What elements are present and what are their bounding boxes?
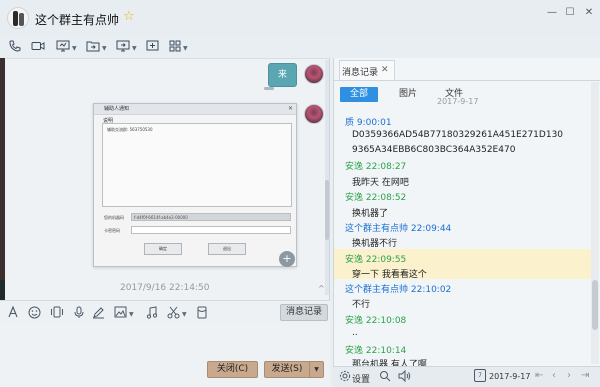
last-page-icon[interactable]: ⇥ [581, 370, 589, 381]
message-sender: 安逸 22:09:55 [345, 255, 407, 265]
message-sender: 安逸 22:10:08 [345, 316, 407, 326]
message-text: 换机器了 [352, 209, 389, 219]
image-icon[interactable] [114, 306, 127, 319]
date-selector[interactable]: 2017-9-17 [489, 372, 530, 381]
chevron-down-icon[interactable]: ▼ [102, 45, 107, 52]
zoom-icon[interactable]: + [279, 251, 295, 267]
add-icon[interactable] [145, 40, 159, 54]
send-button[interactable]: 发送(S) [264, 361, 310, 378]
screenshot-image[interactable]: 辅助人通知 ✕ 说明 辅助交流群: 563750530 您的机器码 f-d4f0… [93, 103, 297, 267]
dialog-cancel-button: 退出 [208, 243, 246, 255]
screenshot-icon[interactable] [167, 306, 180, 319]
screen-share-icon[interactable] [56, 40, 70, 54]
avatar[interactable] [304, 64, 324, 84]
chevron-down-icon[interactable]: ▼ [132, 45, 137, 52]
chevron-down-icon[interactable]: ▼ [182, 311, 187, 318]
message-scroll-thumb[interactable] [325, 180, 329, 240]
message-timestamp: 2017/9/16 22:14:50 [120, 283, 210, 293]
message-sender: 质 9:00:01 [345, 118, 392, 128]
dialog-field-label: 您的机器码 [104, 215, 124, 220]
dialog-panel: 辅助交流群: 563750530 [102, 123, 292, 207]
maximize-button[interactable]: ☐ [563, 6, 577, 20]
red-packet-icon[interactable] [195, 306, 208, 319]
close-chat-button[interactable]: 关闭(C) [207, 361, 258, 378]
send-options-button[interactable]: ▼ [310, 361, 324, 378]
chevron-down-icon[interactable]: ▼ [72, 45, 77, 52]
message-sender: 这个群主有点帅 22:09:44 [345, 224, 452, 234]
message-text: 换机器不行 [352, 239, 398, 249]
message-text: 9365A34EBB6C803BC364A352E470 [352, 145, 516, 155]
chat-title[interactable]: 这个群主有点帅 [35, 11, 119, 28]
message-text: 不行 [352, 300, 371, 310]
message-sender: 安逸 22:08:27 [345, 162, 407, 172]
phone-icon[interactable] [8, 40, 22, 54]
shake-icon[interactable] [50, 306, 63, 319]
settings-icon[interactable] [338, 370, 351, 383]
message-sender: 这个群主有点帅 22:10:02 [345, 285, 452, 295]
avatar-figure [13, 11, 18, 26]
calendar-icon[interactable]: 7 [474, 369, 486, 382]
avatar[interactable] [304, 104, 324, 124]
message-text: D0359366AD54B77180329261A451E271D130 [352, 130, 564, 140]
dialog-field-label: 卡密密码 [104, 228, 120, 233]
message-bubble[interactable]: 来 [268, 63, 297, 87]
chevron-down-icon[interactable]: ▼ [129, 311, 134, 318]
message-scrollbar[interactable] [325, 60, 329, 295]
close-icon[interactable]: ✕ [381, 65, 389, 75]
group-avatar[interactable] [7, 7, 29, 29]
apps-grid-icon[interactable] [168, 40, 182, 54]
close-icon: ✕ [288, 105, 294, 112]
minimize-button[interactable]: — [545, 6, 559, 20]
settings-label[interactable]: 设置 [352, 372, 370, 385]
dialog-field: f-d4f0f-6614f-ab4e2-00000 [131, 213, 291, 221]
collapse-icon[interactable]: ^ [318, 284, 325, 293]
message-text: .. [352, 328, 358, 338]
divider [333, 80, 600, 81]
bubble-tail [264, 87, 274, 90]
filter-tab-all[interactable]: 全部 [340, 87, 378, 102]
speaker-icon[interactable] [398, 369, 411, 383]
file-transfer-icon[interactable] [86, 40, 100, 54]
history-date: 2017-9-17 [437, 97, 479, 106]
dialog-title: 辅助人通知 [104, 106, 130, 112]
message-history-button[interactable]: 消息记录 ▼ [280, 304, 328, 331]
music-icon[interactable] [145, 306, 158, 319]
handwriting-icon[interactable] [92, 306, 105, 319]
close-window-button[interactable]: ✕ [582, 6, 596, 20]
first-page-icon[interactable]: ⇤ [535, 370, 543, 381]
avatar-figure [19, 13, 24, 26]
dialog-ok-button: 确定 [144, 243, 182, 255]
font-icon[interactable] [6, 305, 19, 319]
previous-page-icon[interactable]: ‹ [552, 370, 556, 381]
dialog-panel-text: 辅助交流群: 563750530 [107, 127, 153, 132]
filter-tab-images[interactable]: 图片 [395, 87, 421, 102]
tab-label: 消息记录 [342, 68, 379, 78]
history-scroll-thumb[interactable] [592, 280, 598, 330]
message-text: 穿一下 我看看这个 [352, 270, 427, 280]
video-icon[interactable] [31, 40, 45, 54]
chevron-down-icon[interactable]: ▼ [183, 45, 188, 52]
remote-desktop-icon[interactable] [116, 40, 130, 54]
history-button-label: 消息记录 [286, 307, 323, 317]
dialog-field [131, 226, 291, 234]
history-footer [333, 366, 600, 387]
star-icon[interactable]: ☆ [123, 9, 135, 24]
next-page-icon[interactable]: › [567, 370, 571, 381]
search-icon[interactable] [378, 370, 391, 383]
message-sender: 安逸 22:10:14 [345, 346, 407, 356]
voice-icon[interactable] [72, 306, 85, 319]
message-sender: 安逸 22:08:52 [345, 193, 407, 203]
emoji-icon[interactable] [28, 306, 41, 319]
message-text: 我昨天 在网吧 [352, 178, 409, 188]
